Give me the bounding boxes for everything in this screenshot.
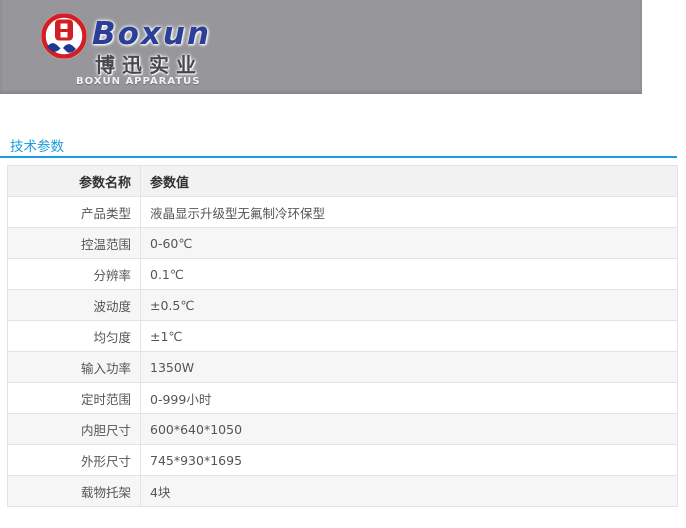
brand-name: Boxun [92, 16, 212, 52]
spec-table: 参数名称 参数值 产品类型 液晶显示升级型无氟制冷环保型 控温范围 0-60℃ 分辨率 0… [7, 165, 678, 507]
column-header-name: 参数名称 [7, 165, 141, 197]
header-banner: Boxun 博迅实业 BOXUN APPARATUS [0, 0, 642, 94]
param-name: 控温范围 [7, 227, 141, 259]
table-row: 产品类型 液晶显示升级型无氟制冷环保型 [7, 196, 678, 228]
param-value: 液晶显示升级型无氟制冷环保型 [140, 196, 678, 228]
table-row: 波动度 ±0.5℃ [7, 289, 678, 321]
boxun-logo-icon [41, 13, 87, 59]
spec-table-head: 参数名称 参数值 [7, 165, 678, 197]
param-value: ±0.5℃ [140, 289, 678, 321]
section-title: 技术参数 [10, 139, 64, 155]
column-header-value: 参数值 [140, 165, 678, 197]
param-name: 定时范围 [7, 382, 141, 414]
param-value: 0-999小时 [140, 382, 678, 414]
param-value: 4块 [140, 475, 678, 507]
table-row: 输入功率 1350W [7, 351, 678, 383]
param-value: 600*640*1050 [140, 413, 678, 445]
table-row: 分辨率 0.1℃ [7, 258, 678, 290]
page: Boxun 博迅实业 BOXUN APPARATUS 技术参数 参数名称 参数值… [0, 0, 686, 528]
table-row: 控温范围 0-60℃ [7, 227, 678, 259]
param-name: 波动度 [7, 289, 141, 321]
brand-name-english: BOXUN APPARATUS [76, 76, 201, 87]
table-row: 定时范围 0-999小时 [7, 382, 678, 414]
param-value: 0.1℃ [140, 258, 678, 290]
param-value: 745*930*1695 [140, 444, 678, 476]
param-name: 输入功率 [7, 351, 141, 383]
param-name: 产品类型 [7, 196, 141, 228]
param-value: 0-60℃ [140, 227, 678, 259]
param-value: 1350W [140, 351, 678, 383]
table-row: 均匀度 ±1℃ [7, 320, 678, 352]
param-name: 外形尺寸 [7, 444, 141, 476]
param-name: 均匀度 [7, 320, 141, 352]
brand-name-chinese: 博迅实业 [95, 53, 203, 77]
spec-table-body: 产品类型 液晶显示升级型无氟制冷环保型 控温范围 0-60℃ 分辨率 0.1℃ 波动度 ±0.… [7, 196, 678, 507]
table-header-row: 参数名称 参数值 [7, 165, 678, 197]
table-row: 外形尺寸 745*930*1695 [7, 444, 678, 476]
param-name: 载物托架 [7, 475, 141, 507]
param-name: 分辨率 [7, 258, 141, 290]
param-name: 内胆尺寸 [7, 413, 141, 445]
param-value: ±1℃ [140, 320, 678, 352]
section-divider [0, 156, 677, 158]
table-row: 载物托架 4块 [7, 475, 678, 507]
table-row: 内胆尺寸 600*640*1050 [7, 413, 678, 445]
